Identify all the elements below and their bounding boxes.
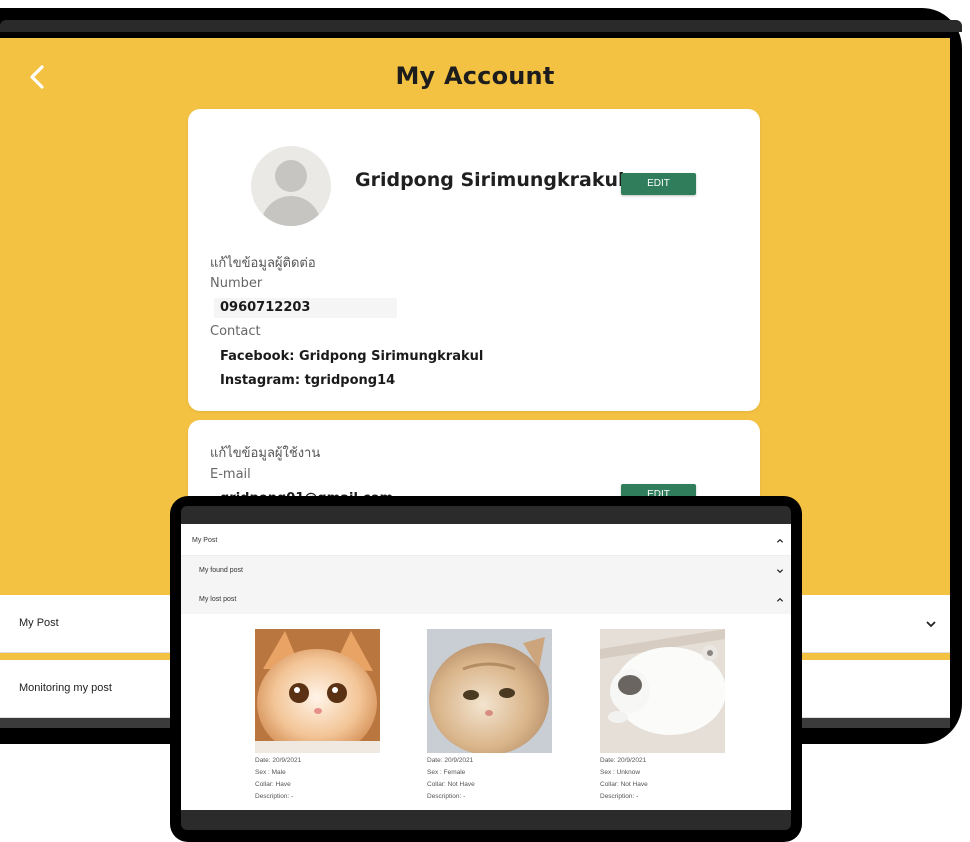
number-label: Number — [210, 276, 263, 291]
lost-post-card[interactable]: Date: 20/9/2021 Sex : Unknow Collar: Not… — [600, 629, 726, 803]
chevron-up-icon[interactable] — [776, 537, 784, 545]
lost-post-card[interactable]: Date: 20/9/2021 Sex : Male Collar: Have … — [255, 629, 381, 803]
monitoring-label: Monitoring my post — [19, 682, 112, 694]
avatar-placeholder-icon — [251, 146, 331, 226]
profile-card: Gridpong Sirimungkrakul EDIT แก้ไขข้อมูล… — [188, 109, 760, 411]
post-collar: Collar: Have — [255, 781, 291, 788]
found-post-label: My found post — [199, 567, 243, 574]
number-value: 0960712203 — [220, 300, 311, 315]
post-sex: Sex : Male — [255, 769, 286, 776]
chevron-up-icon[interactable] — [776, 596, 784, 604]
front-device-frame: My Post My found post My lost post Date:… — [170, 496, 802, 842]
facebook-value: Facebook: Gridpong Sirimungkrakul — [220, 349, 484, 364]
device-bottom-bar — [181, 810, 791, 830]
user-name: Gridpong Sirimungkrakul — [355, 169, 625, 191]
cat-photo-tabby — [427, 629, 552, 753]
post-date: Date: 20/9/2021 — [427, 757, 474, 764]
post-collar: Collar: Not Have — [600, 781, 648, 788]
user-section-heading: แก้ไขข้อมูลผู้ใช้งาน — [210, 446, 321, 461]
page-title: My Account — [395, 62, 555, 90]
device-top-bar — [181, 506, 791, 524]
chevron-down-icon[interactable] — [925, 618, 937, 630]
cat-photo-orange — [255, 629, 380, 753]
post-description: Description: - — [427, 793, 466, 800]
post-date: Date: 20/9/2021 — [600, 757, 647, 764]
instagram-value: Instagram: tgridpong14 — [220, 373, 396, 388]
post-description: Description: - — [255, 793, 294, 800]
contact-section-heading: แก้ไขข้อมูลผู้ติดต่อ — [210, 256, 316, 271]
chevron-down-icon[interactable] — [776, 567, 784, 575]
post-date: Date: 20/9/2021 — [255, 757, 302, 764]
post-sex: Sex : Female — [427, 769, 466, 776]
found-post-accordion[interactable]: My found post — [181, 556, 791, 585]
device-top-bezel — [0, 20, 962, 32]
lost-post-label: My lost post — [199, 596, 237, 603]
my-post-screen: My Post My found post My lost post Date:… — [181, 524, 791, 810]
post-collar: Collar: Not Have — [427, 781, 475, 788]
lost-post-card[interactable]: Date: 20/9/2021 Sex : Female Collar: Not… — [427, 629, 553, 803]
post-description: Description: - — [600, 793, 639, 800]
email-label: E-mail — [210, 467, 251, 482]
my-post-label: My Post — [19, 617, 59, 629]
my-post-header[interactable]: My Post — [181, 524, 791, 556]
post-sex: Sex : Unknow — [600, 769, 641, 776]
edit-profile-button[interactable]: EDIT — [621, 173, 696, 195]
cat-photo-white — [600, 629, 725, 753]
contact-label: Contact — [210, 324, 261, 339]
lost-post-accordion[interactable]: My lost post — [181, 585, 791, 614]
my-post-label: My Post — [192, 537, 218, 544]
